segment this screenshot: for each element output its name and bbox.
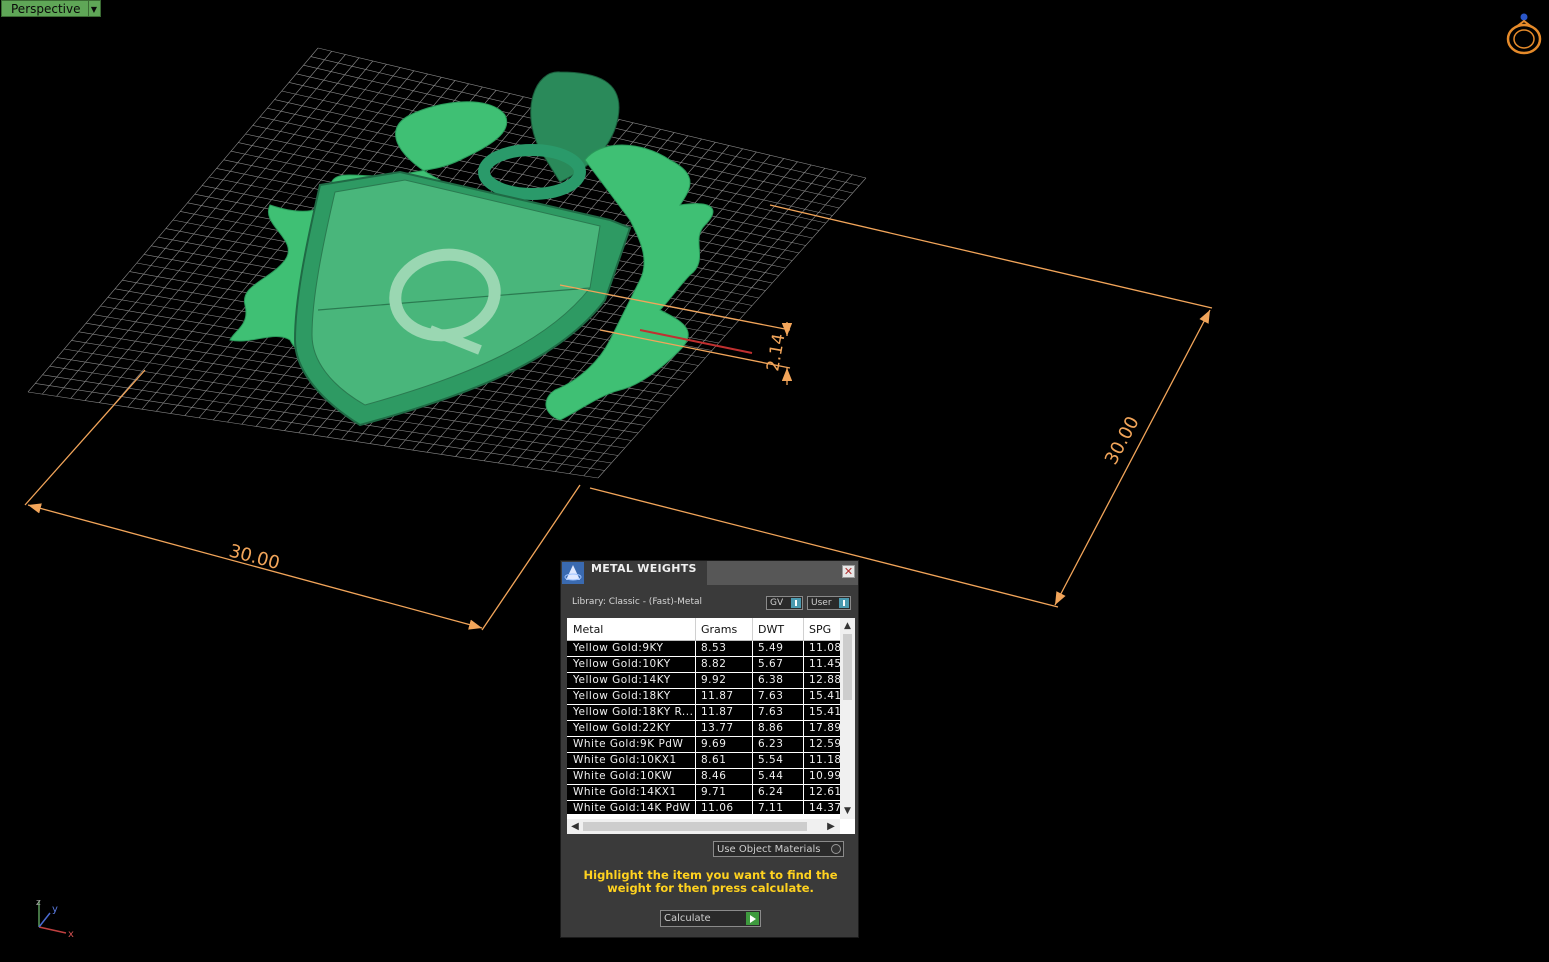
grams-cell: 13.77 bbox=[701, 722, 734, 734]
table-row[interactable]: Yellow Gold:9KY 8.53 5.49 11.08 bbox=[567, 641, 840, 657]
instruction-text: Highlight the item you want to find the … bbox=[583, 868, 838, 895]
table-row[interactable]: Yellow Gold:10KY 8.82 5.67 11.45 bbox=[567, 657, 840, 673]
axis-indicator: z y x bbox=[36, 898, 74, 940]
table-row[interactable]: White Gold:9K PdW 9.69 6.23 12.59 bbox=[567, 737, 840, 753]
dimension-width bbox=[24, 369, 581, 631]
dwt-cell: 5.67 bbox=[758, 658, 784, 670]
spg-cell: 10.99 bbox=[809, 770, 840, 782]
spg-cell: 17.89 bbox=[809, 722, 840, 734]
column-dwt[interactable]: DWT bbox=[758, 623, 784, 636]
column-metal[interactable]: Metal bbox=[573, 623, 603, 636]
grams-cell: 9.69 bbox=[701, 738, 727, 750]
axis-x-label: x bbox=[68, 929, 74, 940]
grams-cell: 9.71 bbox=[701, 786, 727, 798]
scroll-right-icon[interactable]: ▶ bbox=[824, 819, 838, 834]
metal-cell: Yellow Gold:9KY bbox=[573, 642, 664, 654]
metal-cell: White Gold:10KW bbox=[573, 770, 673, 782]
use-object-materials-option[interactable]: Use Object Materials bbox=[713, 841, 844, 857]
horizontal-scrollbar[interactable]: ◀ ▶ bbox=[567, 819, 840, 834]
axis-z-label: z bbox=[36, 898, 41, 908]
spg-cell: 14.37 bbox=[809, 802, 840, 814]
dwt-cell: 7.63 bbox=[758, 706, 784, 718]
dwt-cell: 7.11 bbox=[758, 802, 784, 814]
dwt-cell: 6.38 bbox=[758, 674, 784, 686]
dwt-cell: 7.63 bbox=[758, 690, 784, 702]
width-dimension-label: 30.00 bbox=[227, 541, 282, 575]
grams-cell: 9.92 bbox=[701, 674, 727, 686]
depth-dimension-label: 30.00 bbox=[1101, 413, 1144, 468]
metal-cell: White Gold:14K PdW bbox=[573, 802, 691, 814]
viewport-tab[interactable]: Perspective ▼ bbox=[1, 0, 101, 17]
spg-cell: 15.41 bbox=[809, 706, 840, 718]
table-row[interactable]: Yellow Gold:18KY 11.87 7.63 15.41 bbox=[567, 689, 840, 705]
gv-label: GV bbox=[770, 598, 784, 608]
app-logo-icon bbox=[562, 562, 584, 584]
column-spg[interactable]: SPG bbox=[809, 623, 831, 636]
vertical-scroll-thumb[interactable] bbox=[843, 634, 852, 700]
panel-title: METAL WEIGHTS bbox=[591, 562, 697, 575]
scroll-left-icon[interactable]: ◀ bbox=[568, 819, 582, 834]
metal-cell: White Gold:10KX1 bbox=[573, 754, 677, 766]
table-row[interactable]: Yellow Gold:14KY 9.92 6.38 12.88 bbox=[567, 673, 840, 689]
spg-cell: 15.41 bbox=[809, 690, 840, 702]
table-row[interactable]: White Gold:14K PdW 11.06 7.11 14.37 bbox=[567, 801, 840, 814]
scroll-up-icon[interactable]: ▲ bbox=[840, 619, 855, 633]
dwt-cell: 6.24 bbox=[758, 786, 784, 798]
dwt-cell: 5.49 bbox=[758, 642, 784, 654]
metal-cell: Yellow Gold:18KY bbox=[573, 690, 671, 702]
spg-cell: 11.08 bbox=[809, 642, 840, 654]
table-row[interactable]: White Gold:10KX1 8.61 5.54 11.18 bbox=[567, 753, 840, 769]
user-label: User bbox=[811, 598, 832, 608]
viewport-menu-arrow-icon[interactable]: ▼ bbox=[87, 0, 101, 17]
metal-table[interactable]: Metal Grams DWT SPG Yellow Gold:9KY 8.53 5… bbox=[567, 618, 855, 834]
spg-cell: 12.61 bbox=[809, 786, 840, 798]
metal-cell: White Gold:9K PdW bbox=[573, 738, 684, 750]
metal-cell: Yellow Gold:14KY bbox=[573, 674, 671, 686]
horizontal-scroll-thumb[interactable] bbox=[583, 822, 807, 831]
table-row[interactable]: White Gold:14KX1 9.71 6.24 12.61 bbox=[567, 785, 840, 801]
table-row[interactable]: Yellow Gold:22KY 13.77 8.86 17.89 bbox=[567, 721, 840, 737]
play-icon bbox=[746, 912, 759, 925]
metal-cell: Yellow Gold:22KY bbox=[573, 722, 671, 734]
spg-cell: 11.18 bbox=[809, 754, 840, 766]
metal-cell: Yellow Gold:18KY R... bbox=[573, 706, 693, 718]
ring-icon[interactable] bbox=[1503, 12, 1545, 58]
calculate-label: Calculate bbox=[664, 913, 711, 924]
library-label: Library: Classic - (Fast)-Metal bbox=[572, 597, 703, 607]
grams-cell: 8.61 bbox=[701, 754, 727, 766]
table-row[interactable]: White Gold:10KW 8.46 5.44 10.99 bbox=[567, 769, 840, 785]
user-toggle[interactable]: User bbox=[807, 596, 851, 610]
spg-cell: 12.88 bbox=[809, 674, 840, 686]
use-object-materials-label: Use Object Materials bbox=[717, 844, 821, 855]
axis-y-label: y bbox=[52, 904, 58, 915]
metal-cell: Yellow Gold:10KY bbox=[573, 658, 671, 670]
table-header: Metal Grams DWT SPG bbox=[567, 618, 840, 641]
table-row[interactable]: Yellow Gold:18KY R... 11.87 7.63 15.41 bbox=[567, 705, 840, 721]
dwt-cell: 5.54 bbox=[758, 754, 784, 766]
calculate-button[interactable]: Calculate bbox=[660, 910, 761, 927]
grams-cell: 8.53 bbox=[701, 642, 727, 654]
metal-weights-panel[interactable]: METAL WEIGHTS ✕ Library: Classic - (Fast… bbox=[560, 560, 859, 938]
grams-cell: 11.87 bbox=[701, 690, 734, 702]
scroll-down-icon[interactable]: ▼ bbox=[840, 804, 855, 818]
dwt-cell: 8.86 bbox=[758, 722, 784, 734]
grams-cell: 8.82 bbox=[701, 658, 727, 670]
gv-toggle[interactable]: GV bbox=[766, 596, 803, 610]
column-grams[interactable]: Grams bbox=[701, 623, 737, 636]
grams-cell: 11.87 bbox=[701, 706, 734, 718]
dwt-cell: 5.44 bbox=[758, 770, 784, 782]
grams-cell: 8.46 bbox=[701, 770, 727, 782]
spg-cell: 12.59 bbox=[809, 738, 840, 750]
radio-icon[interactable] bbox=[831, 844, 841, 854]
vertical-scrollbar[interactable]: ▲ ▼ bbox=[840, 618, 855, 819]
spg-cell: 11.45 bbox=[809, 658, 840, 670]
panel-titlebar[interactable]: METAL WEIGHTS ✕ bbox=[561, 561, 858, 585]
grams-cell: 11.06 bbox=[701, 802, 734, 814]
metal-cell: White Gold:14KX1 bbox=[573, 786, 677, 798]
table-rows: Yellow Gold:9KY 8.53 5.49 11.08 Yellow Gold:… bbox=[567, 641, 840, 814]
dwt-cell: 6.23 bbox=[758, 738, 784, 750]
viewport-name[interactable]: Perspective bbox=[1, 0, 88, 17]
close-icon[interactable]: ✕ bbox=[842, 565, 855, 578]
